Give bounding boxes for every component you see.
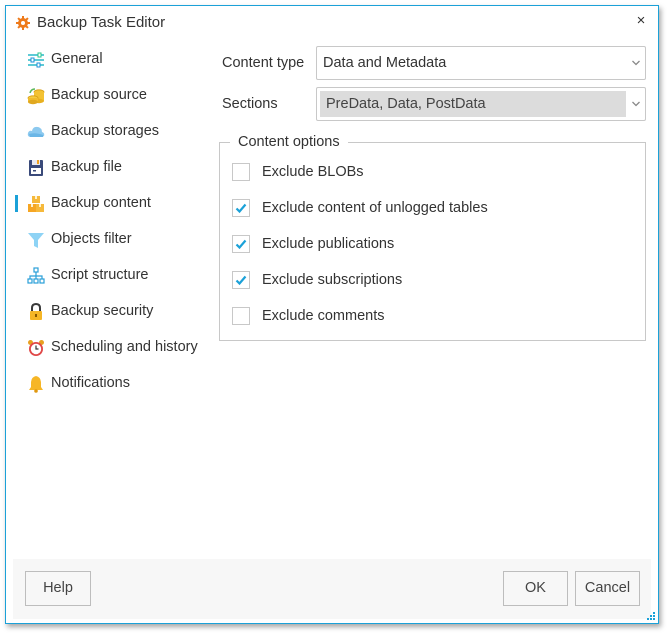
checkbox-box[interactable] — [232, 199, 250, 217]
sidebar-item-label: Objects filter — [51, 231, 132, 247]
sidebar-item-label: Scheduling and history — [51, 339, 198, 355]
sidebar-item-label: Backup security — [51, 303, 154, 319]
sidebar-item-objects-filter[interactable]: Objects filter — [6, 222, 211, 258]
sidebar-item-script-structure[interactable]: Script structure — [6, 258, 211, 294]
gear-icon — [16, 16, 30, 30]
checkmark-icon — [235, 203, 247, 214]
sidebar-item-label: Backup storages — [51, 123, 160, 139]
sidebar-item-backup-content[interactable]: Backup content — [6, 186, 211, 222]
sections-value: PreData, Data, PostData — [326, 96, 486, 112]
cloud-icon — [27, 126, 45, 137]
sidebar-item-scheduling-and-history[interactable]: Scheduling and history — [6, 330, 211, 366]
option-label: Exclude publications — [262, 236, 395, 252]
sidebar-item-label: Notifications — [51, 375, 130, 391]
close-button[interactable]: × — [634, 13, 648, 29]
content-type-dropdown[interactable]: Data and Metadata — [316, 46, 646, 80]
sidebar-item-backup-storages[interactable]: Backup storages — [6, 114, 211, 150]
lock-icon — [30, 303, 42, 320]
sidebar-item-notifications[interactable]: Notifications — [6, 366, 211, 402]
backup-task-editor-dialog: Backup Task Editor × General Backup sour… — [5, 5, 659, 624]
chevron-down-icon — [632, 60, 640, 66]
sections-label: Sections — [222, 96, 278, 112]
dialog-footer: Help OK Cancel — [13, 559, 651, 619]
sidebar-item-label: General — [51, 51, 103, 67]
help-button[interactable]: Help — [25, 571, 91, 606]
window-title: Backup Task Editor — [37, 14, 166, 31]
option-label: Exclude content of unlogged tables — [262, 200, 488, 216]
sidebar-item-label: Backup file — [51, 159, 122, 175]
checkbox-box[interactable] — [232, 235, 250, 253]
coins-icon — [27, 88, 45, 105]
checkbox-box[interactable] — [232, 307, 250, 325]
filter-icon — [28, 233, 44, 248]
content-options-group: Content options Exclude BLOBs Exclude co… — [219, 134, 646, 341]
option-label: Exclude subscriptions — [262, 272, 403, 288]
checkbox-box[interactable] — [232, 271, 250, 289]
chevron-down-icon — [632, 101, 640, 107]
sidebar-item-label: Backup source — [51, 87, 147, 103]
sidebar-item-label: Backup content — [51, 195, 151, 211]
option-label: Exclude comments — [262, 308, 385, 324]
sliders-icon — [28, 52, 44, 68]
sidebar-nav: General Backup source Backup storages Ba… — [6, 42, 211, 402]
content-options-title: Content options — [230, 134, 348, 150]
sidebar-item-label: Script structure — [51, 267, 149, 283]
sidebar-item-backup-file[interactable]: Backup file — [6, 150, 211, 186]
boxes-icon — [28, 196, 44, 212]
title-bar: Backup Task Editor × — [6, 6, 658, 40]
checkmark-icon — [235, 239, 247, 250]
option-label: Exclude BLOBs — [262, 164, 364, 180]
content-type-value: Data and Metadata — [323, 55, 447, 71]
checkmark-icon — [235, 275, 247, 286]
sidebar-item-backup-security[interactable]: Backup security — [6, 294, 211, 330]
ok-button[interactable]: OK — [503, 571, 568, 606]
hierarchy-icon — [27, 267, 45, 284]
content-type-label: Content type — [222, 55, 305, 71]
sidebar-item-backup-source[interactable]: Backup source — [6, 78, 211, 114]
cancel-button[interactable]: Cancel — [575, 571, 640, 606]
bell-icon — [29, 376, 43, 393]
checkbox-box[interactable] — [232, 163, 250, 181]
selected-indicator — [15, 195, 18, 212]
sections-dropdown[interactable]: PreData, Data, PostData — [316, 87, 646, 121]
alarm-clock-icon — [28, 340, 44, 356]
resize-grip-icon[interactable] — [647, 612, 656, 621]
floppy-disk-icon — [29, 160, 43, 176]
sidebar-item-general[interactable]: General — [6, 42, 211, 78]
